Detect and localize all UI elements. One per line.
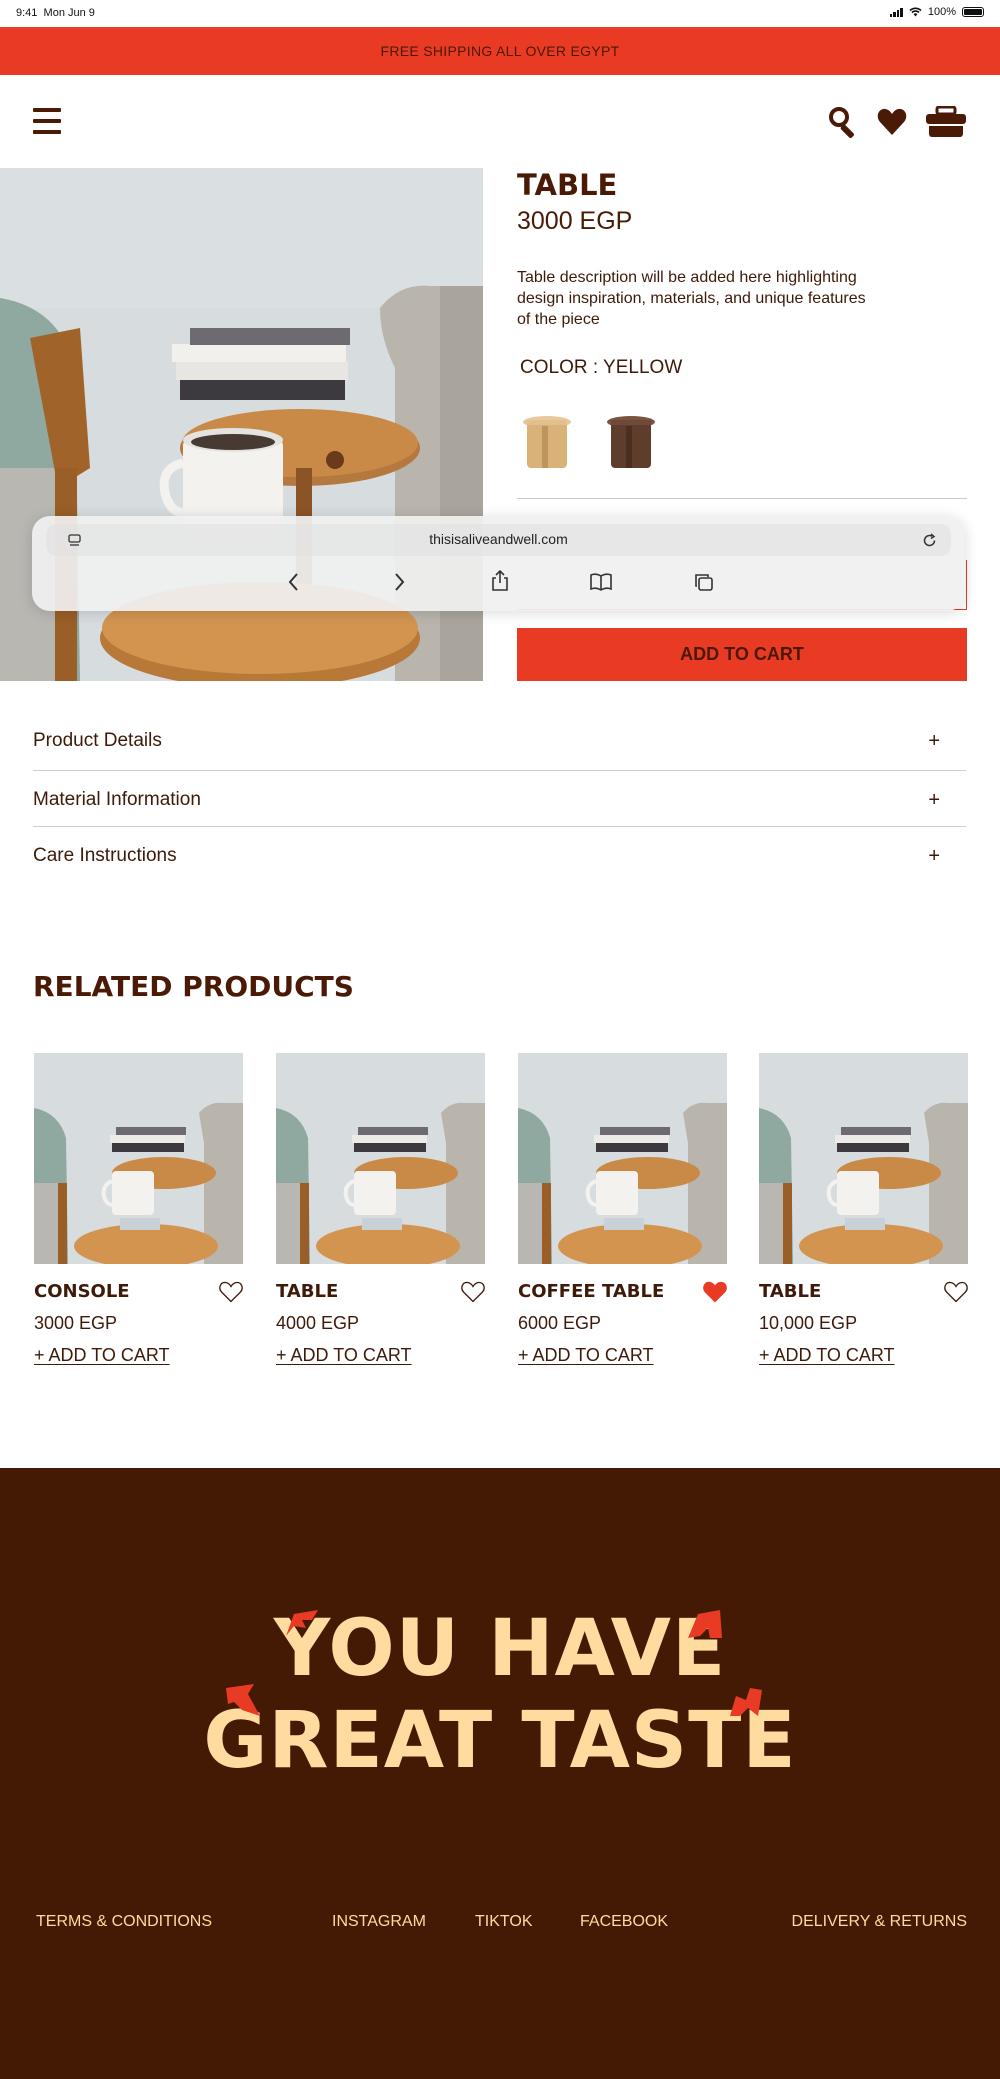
product-card-price: 6000 EGP [518,1313,602,1333]
product-price: 3000 EGP [517,207,633,235]
plus-icon: + [928,844,940,867]
decor-shape-icon [286,1610,318,1636]
battery-icon [962,7,984,17]
signal-icon [889,7,903,17]
footer-link-terms[interactable]: TERMS & CONDITIONS [36,1913,212,1931]
url-text[interactable]: thisisaliveandwell.com [46,531,951,547]
tabs-icon[interactable] [694,573,714,592]
footer: YOU HAVE GREAT TASTE TERMS & CONDITIONS … [0,1468,1000,2079]
plus-icon: + [928,788,940,811]
battery-label: 100% [927,6,956,18]
product-card-name[interactable]: COFFEE TABLE [518,1281,664,1302]
wifi-icon [909,7,922,17]
product-card-image[interactable] [759,1053,968,1264]
product-card-add-to-cart[interactable]: + ADD TO CART [34,1345,170,1366]
heart-icon[interactable] [877,108,907,136]
product-card[interactable]: CONSOLE 3000 EGP + ADD TO CART [34,1053,243,1373]
product-card-price: 3000 EGP [34,1313,118,1333]
product-card-add-to-cart[interactable]: + ADD TO CART [276,1345,412,1366]
banner-text: FREE SHIPPING ALL OVER EGYPT [380,43,620,59]
footer-link-delivery[interactable]: DELIVERY & RETURNS [792,1913,967,1931]
accordion-care-instructions[interactable]: Care Instructions + [33,828,966,884]
search-icon[interactable] [828,106,860,138]
product-card-add-to-cart[interactable]: + ADD TO CART [518,1345,654,1366]
product-description: Table description will be added here hig… [517,269,866,328]
menu-icon[interactable] [33,108,61,134]
product-card-name[interactable]: CONSOLE [34,1281,130,1302]
footer-link-instagram[interactable]: INSTAGRAM [332,1913,426,1931]
favorite-heart-icon[interactable] [703,1281,727,1303]
slogan-line-1: YOU HAVE [273,1604,727,1694]
accordion-label: Care Instructions [33,845,177,866]
accordion-label: Product Details [33,730,162,751]
product-card-price: 4000 EGP [276,1313,360,1333]
product-card[interactable]: TABLE 4000 EGP + ADD TO CART [276,1053,485,1373]
related-products-title: RELATED PRODUCTS [33,970,354,1003]
swatch-yellow[interactable] [520,412,574,472]
product-card-image[interactable] [34,1053,243,1264]
slogan: YOU HAVE GREAT TASTE [0,1603,1000,1787]
swatch-brown[interactable] [604,412,658,472]
cart-icon[interactable] [925,106,967,138]
favorite-heart-icon[interactable] [219,1281,243,1303]
browser-toolbar: thisisaliveandwell.com [32,516,965,611]
share-icon[interactable] [491,570,509,592]
divider [517,498,967,499]
product-title: TABLE [517,168,618,202]
decor-shape-icon [226,1684,260,1716]
product-card[interactable]: COFFEE TABLE 6000 EGP + ADD TO CART [518,1053,727,1373]
favorite-heart-icon[interactable] [461,1281,485,1303]
decor-shape-icon [730,1688,762,1716]
slogan-line-2: GREAT TASTE [203,1696,797,1786]
favorite-heart-icon[interactable] [944,1281,968,1303]
product-card-add-to-cart[interactable]: + ADD TO CART [759,1345,895,1366]
status-right: 100% [889,6,984,18]
divider [33,826,966,827]
shipping-banner: FREE SHIPPING ALL OVER EGYPT [0,27,1000,75]
product-card-image[interactable] [276,1053,485,1264]
accordion-label: Material Information [33,789,201,810]
status-time: 9:41 Mon Jun 9 [16,7,95,19]
color-label: COLOR : YELLOW [520,357,683,378]
footer-link-facebook[interactable]: FACEBOOK [580,1913,668,1931]
product-card-name[interactable]: TABLE [276,1281,338,1302]
footer-link-tiktok[interactable]: TIKTOK [475,1913,533,1931]
divider [33,770,966,771]
status-bar: 9:41 Mon Jun 9 100% [0,0,1000,26]
product-card-name[interactable]: TABLE [759,1281,821,1302]
forward-icon[interactable] [393,572,405,592]
back-icon[interactable] [288,572,300,592]
decor-shape-icon [688,1610,722,1638]
product-card-price: 10,000 EGP [759,1313,858,1333]
bookmarks-icon[interactable] [590,573,612,591]
plus-icon: + [928,729,940,752]
accordion-material-information[interactable]: Material Information + [33,772,966,828]
product-card[interactable]: TABLE 10,000 EGP + ADD TO CART [759,1053,968,1373]
reload-icon[interactable] [922,533,937,548]
add-to-cart-button[interactable]: ADD TO CART [517,628,967,681]
product-card-image[interactable] [518,1053,727,1264]
address-bar[interactable]: thisisaliveandwell.com [46,524,951,556]
accordion-product-details[interactable]: Product Details + [33,713,966,769]
